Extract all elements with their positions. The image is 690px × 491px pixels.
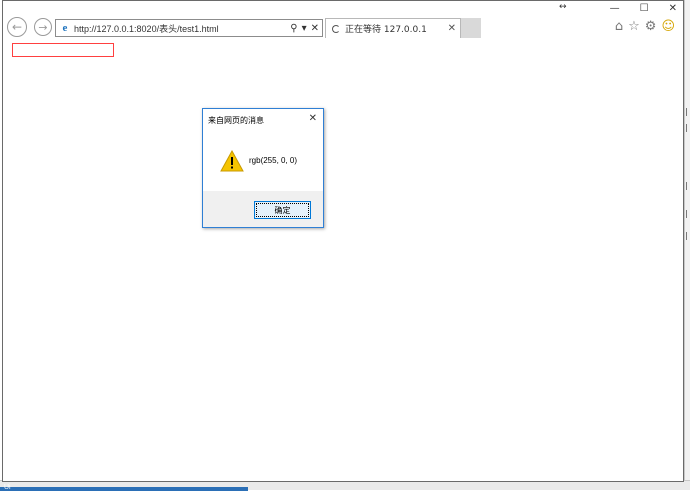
url-text[interactable]: http://127.0.0.1:8020/表头/test1.html: [74, 22, 286, 35]
feedback-smiley-icon[interactable]: ☺: [661, 19, 675, 34]
browser-tab[interactable]: 正在等待 127.0.0.1 ✕: [325, 18, 461, 38]
background-mark: [686, 210, 690, 218]
background-mark: [686, 108, 690, 116]
maximize-button[interactable]: ☐: [640, 3, 649, 14]
browser-window: ← → e http://127.0.0.1:8020/表头/test1.htm…: [2, 0, 684, 482]
arrow-left-icon: ←: [11, 20, 23, 34]
dialog-message: rgb(255, 0, 0): [249, 156, 298, 165]
toolbar-right-icons: ⌂ ☆ ⚙ ☺: [615, 19, 675, 34]
back-button[interactable]: ←: [7, 17, 27, 37]
taskbar-highlight[interactable]: Ui: [0, 484, 248, 491]
page-content: [3, 39, 683, 481]
address-bar[interactable]: e http://127.0.0.1:8020/表头/test1.html ⚲ …: [55, 19, 323, 37]
gear-icon[interactable]: ⚙: [645, 19, 657, 34]
background-mark: [686, 182, 690, 190]
dropdown-icon[interactable]: ▾: [302, 23, 307, 34]
tab-close-icon[interactable]: ✕: [448, 23, 456, 34]
red-bordered-box: [12, 43, 114, 57]
address-bar-icons: ⚲ ▾ ✕: [286, 23, 322, 34]
ok-button[interactable]: 确定: [254, 201, 311, 219]
forward-button[interactable]: →: [34, 18, 52, 36]
tab-title: 正在等待 127.0.0.1: [345, 25, 427, 35]
loading-spinner-icon: [332, 24, 340, 33]
background-mark: [686, 124, 690, 132]
dialog-close-icon[interactable]: ✕: [309, 113, 317, 124]
alert-dialog: 来自网页的消息 ✕ rgb(255, 0, 0) 确定: [202, 108, 324, 228]
background-mark: [686, 232, 690, 240]
stop-icon[interactable]: ✕: [311, 23, 319, 34]
close-window-button[interactable]: ✕: [669, 3, 677, 14]
resize-icon: ↔: [559, 2, 567, 12]
minimize-button[interactable]: —: [610, 3, 620, 14]
warning-icon: [220, 150, 244, 172]
browser-toolbar: ← → e http://127.0.0.1:8020/表头/test1.htm…: [3, 1, 683, 41]
dialog-footer: 确定: [203, 191, 323, 227]
background-window-edge: [684, 0, 690, 490]
home-icon[interactable]: ⌂: [615, 19, 623, 34]
window-controls: — ☐ ✕: [610, 3, 677, 14]
arrow-right-icon: →: [38, 20, 48, 34]
favorites-star-icon[interactable]: ☆: [628, 19, 640, 34]
ie-logo-icon: e: [62, 22, 68, 34]
new-tab-button[interactable]: [461, 18, 481, 38]
search-icon[interactable]: ⚲: [290, 23, 297, 34]
dialog-title: 来自网页的消息: [208, 116, 264, 125]
